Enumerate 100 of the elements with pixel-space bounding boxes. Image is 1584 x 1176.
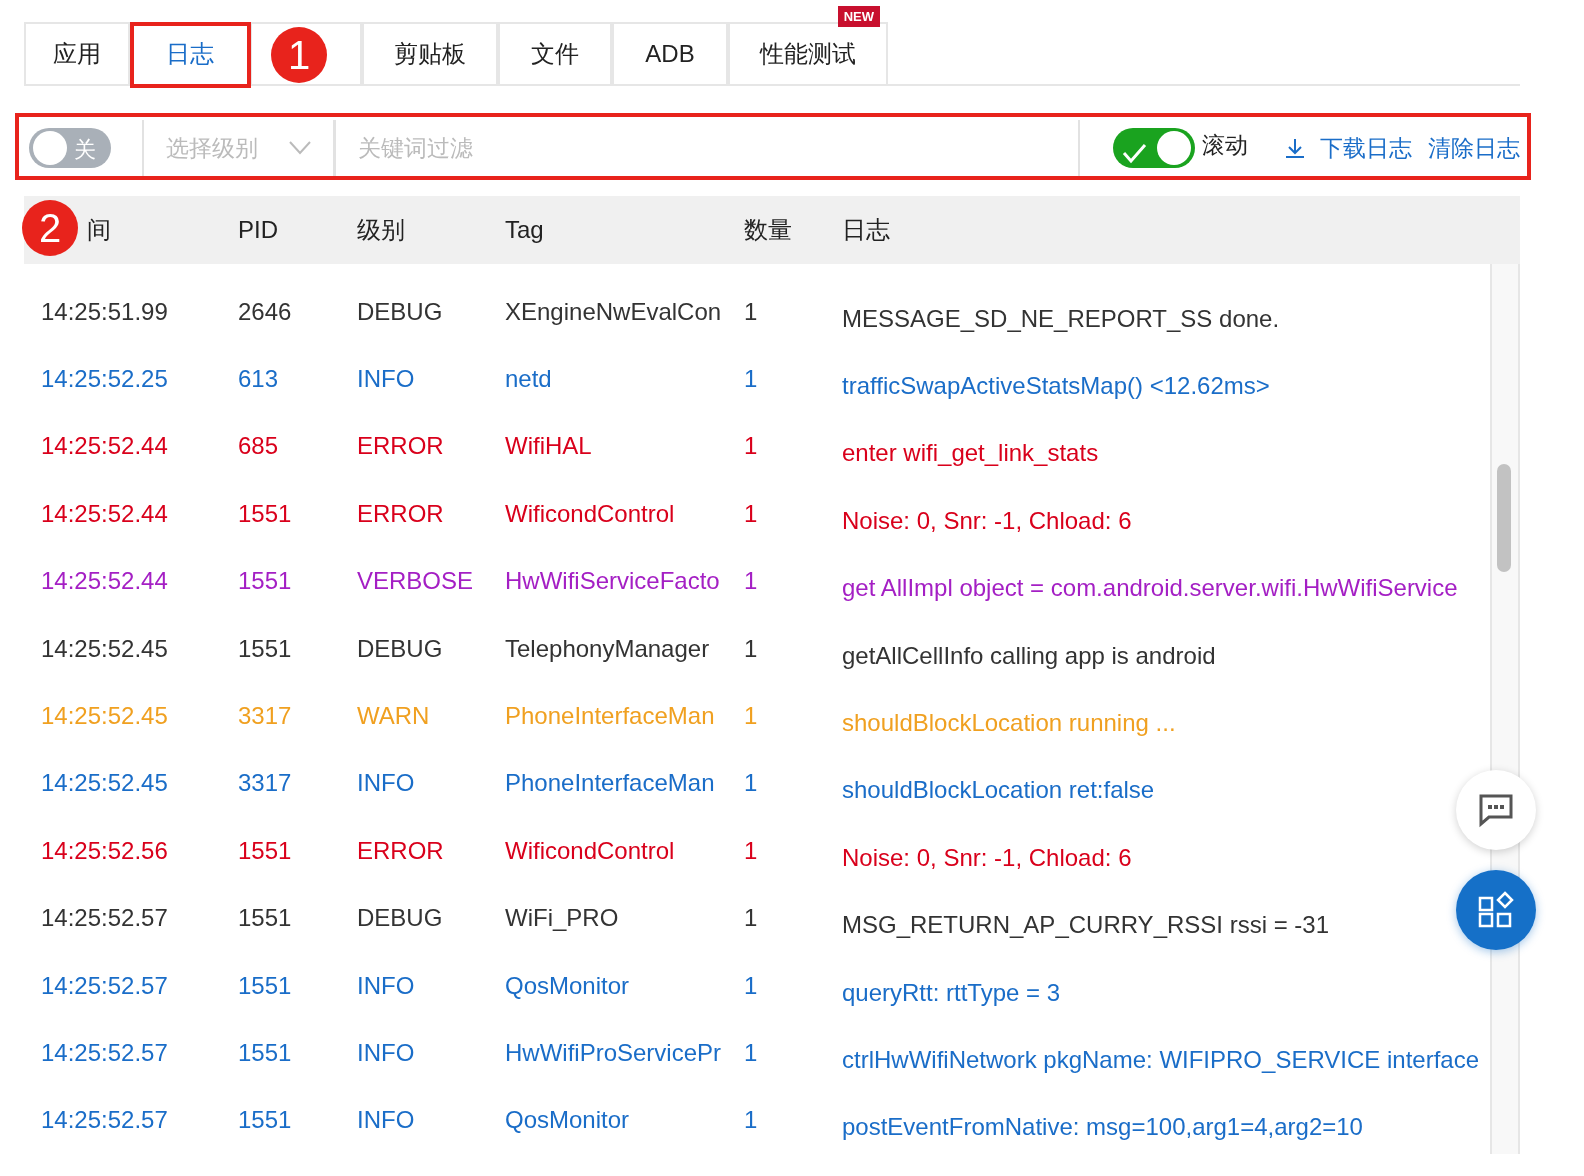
- level-cell-text: VERBOSE: [357, 567, 475, 596]
- chat-icon: [1478, 792, 1514, 828]
- time-cell-text: 14:25:52.57: [41, 1106, 169, 1135]
- apps-button[interactable]: [1456, 870, 1536, 950]
- pid-cell-text: 1551: [238, 836, 293, 865]
- count-cell-text: 1: [744, 702, 759, 731]
- level-cell-text: INFO: [357, 769, 416, 798]
- time-cell-text: 14:25:52.25: [41, 365, 169, 394]
- level-cell-text: ERROR: [357, 499, 445, 528]
- level-cell-text: INFO: [357, 1106, 416, 1135]
- level-cell-text: ERROR: [357, 432, 445, 461]
- download-icon: [1284, 137, 1306, 159]
- count-cell-text: 1: [744, 634, 759, 663]
- tag-cell-text: PhoneInterfaceMan: [505, 702, 716, 731]
- tag-cell-text: QosMonitor: [505, 1106, 631, 1135]
- new-badge: NEW: [837, 6, 880, 27]
- pid-cell-text: 1551: [238, 499, 293, 528]
- count-cell-text: 1: [744, 1106, 759, 1135]
- pid-cell-text: 1551: [238, 1106, 293, 1135]
- count-cell-text: 1: [744, 365, 759, 394]
- tag-cell-text: WiFi_PRO: [505, 904, 620, 933]
- switch-label: 滚动: [1202, 131, 1248, 160]
- count-cell-text: 1: [744, 1039, 759, 1067]
- log-cell-text: Noise: 0, Snr: -1, Chload: 6: [842, 842, 1133, 872]
- count-cell-text: 1: [744, 567, 759, 596]
- pid-cell-text: 2646: [238, 297, 293, 326]
- log-cell-text: MESSAGE_SD_NE_REPORT_SS done.: [842, 303, 1281, 333]
- tag-cell-text: PhoneInterfaceMan: [505, 769, 716, 798]
- log-cell-text: enter wifi_get_link_stats: [842, 438, 1100, 468]
- tab[interactable]: ADB: [612, 22, 728, 84]
- log-cell-text: Noise: 0, Snr: -1, Chload: 6: [842, 505, 1133, 535]
- time-cell-text: 14:25:52.57: [41, 971, 169, 1000]
- time-cell-text: 14:25:52.45: [41, 634, 169, 663]
- tag-cell-text: netd: [505, 365, 553, 394]
- tag-cell-text: HwWifiProServicePr: [505, 1039, 723, 1067]
- time-cell-text: 14:25:52.57: [41, 904, 169, 933]
- count-cell-text: 1: [744, 499, 759, 528]
- column-header: Tag: [505, 216, 545, 244]
- pid-cell-text: 1551: [238, 904, 293, 933]
- level-cell-text: ERROR: [357, 836, 445, 865]
- count-cell-text: 1: [744, 769, 759, 798]
- pid-cell-text: 3317: [238, 702, 293, 731]
- tab[interactable]: 剪贴板: [362, 22, 498, 84]
- tag-cell-text: QosMonitor: [505, 971, 631, 1000]
- chevron-down-icon: [289, 141, 311, 155]
- apps-icon: [1477, 891, 1515, 929]
- level-cell-text: DEBUG: [357, 904, 444, 933]
- column-header: 级别: [357, 215, 406, 245]
- time-cell-text: 14:25:52.44: [41, 499, 169, 528]
- clear-log-link[interactable]: 清除日志: [1428, 132, 1520, 164]
- toggle-switch[interactable]: [1112, 127, 1196, 169]
- count-cell-text: 1: [744, 432, 759, 461]
- chat-button[interactable]: [1456, 770, 1536, 850]
- pid-cell-text: 613: [238, 365, 280, 394]
- time-cell-text: 14:25:52.44: [41, 432, 169, 461]
- level-cell-text: DEBUG: [357, 297, 444, 326]
- time-cell-text: 14:25:52.56: [41, 836, 169, 865]
- pid-cell-text: 1551: [238, 634, 293, 663]
- pid-cell-text: 3317: [238, 769, 293, 798]
- time-cell-text: 14:25:51.99: [41, 297, 169, 326]
- time-cell-text: 14:25:52.45: [41, 702, 169, 731]
- column-header: 日志: [842, 215, 891, 245]
- tab[interactable]: 文件: [498, 22, 612, 84]
- level-cell-text: INFO: [357, 365, 416, 394]
- time-cell-text: 14:25:52.57: [41, 1039, 169, 1067]
- level-cell-text: DEBUG: [357, 634, 444, 663]
- count-cell-text: 1: [744, 297, 759, 326]
- log-cell-text: trafficSwapActiveStatsMap() <12.62ms>: [842, 371, 1271, 401]
- log-cell-text: ctrlHwWifiNetwork pkgName: WIFIPRO_SERVICE interface: [842, 1045, 1481, 1074]
- log-cell-text: shouldBlockLocation running ...: [842, 708, 1177, 738]
- level-cell-text: WARN: [357, 702, 431, 731]
- pid-cell-text: 1551: [238, 567, 293, 596]
- pid-cell-text: 1551: [238, 1039, 293, 1067]
- count-cell-text: 1: [744, 904, 759, 933]
- level-cell-text: INFO: [357, 971, 416, 1000]
- column-header: PID: [238, 216, 279, 244]
- log-cell-text: postEventFromNative: msg=100,arg1=4,arg2=10: [842, 1112, 1364, 1142]
- log-cell-text: getAllCellInfo calling app is android: [842, 640, 1217, 670]
- tag-cell-text: XEngineNwEvalCon: [505, 297, 723, 326]
- column-header: 间: [87, 215, 111, 245]
- tag-cell-text: HwWifiServiceFacto: [505, 567, 721, 596]
- log-cell-text: MSG_RETURN_AP_CURRY_RSSI rssi = -31: [842, 910, 1331, 940]
- column-header: 数量: [744, 215, 793, 245]
- count-cell-text: 1: [744, 836, 759, 865]
- tab[interactable]: 性能测试: [728, 22, 888, 84]
- count-cell-text: 1: [744, 971, 759, 1000]
- download-log-link[interactable]: 下载日志: [1284, 132, 1412, 164]
- time-cell-text: 14:25:52.45: [41, 769, 169, 798]
- level-cell-text: INFO: [357, 1039, 416, 1067]
- log-cell-text: queryRtt: rttType = 3: [842, 977, 1062, 1007]
- tab[interactable]: 应用: [24, 22, 130, 84]
- tag-cell-text: WificondControl: [505, 499, 676, 528]
- tag-cell-text: WificondControl: [505, 836, 676, 865]
- time-cell-text: 14:25:52.44: [41, 567, 169, 596]
- log-cell-text: get AllImpl object = com.android.server.wifi.HwWifiService: [842, 573, 1459, 603]
- tag-cell-text: TelephonyManager: [505, 634, 711, 663]
- pid-cell-text: 685: [238, 432, 280, 461]
- log-cell-text: shouldBlockLocation ret:false: [842, 775, 1156, 805]
- pid-cell-text: 1551: [238, 971, 293, 1000]
- tag-cell-text: WifiHAL: [505, 432, 593, 461]
